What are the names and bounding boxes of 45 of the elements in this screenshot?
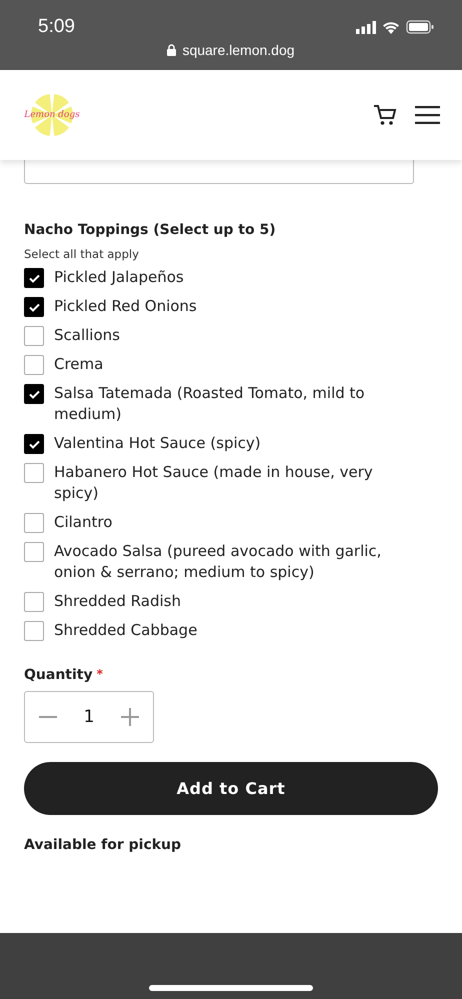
option-label[interactable]: Shredded Radish	[54, 591, 181, 612]
field-label: Quantity	[24, 667, 93, 683]
checkmark-icon	[28, 440, 40, 448]
plus-icon[interactable]	[121, 708, 140, 726]
required-mark: *	[96, 667, 103, 681]
section-title: Nacho Toppings (Select up to 5)	[24, 222, 277, 238]
option-label[interactable]: Valentina Hot Sauce (spicy)	[54, 433, 261, 454]
minus-icon[interactable]	[38, 716, 57, 718]
option-label[interactable]: Salsa Tatemada (Roasted Tomato, mild to medium)	[54, 383, 404, 425]
checkbox[interactable]	[24, 542, 44, 562]
checkbox[interactable]	[24, 592, 44, 612]
select-field[interactable]	[24, 160, 414, 184]
option-label[interactable]: Habanero Hot Sauce (made in house, very spicy)	[54, 462, 404, 504]
checkbox[interactable]	[24, 434, 44, 454]
checkbox[interactable]	[24, 621, 44, 641]
signal-icon	[356, 20, 376, 34]
lock-icon	[167, 44, 176, 56]
hint-text: Select all that apply	[24, 247, 140, 261]
url-text[interactable]: square.lemon.dog	[182, 42, 295, 58]
menu-icon[interactable]	[415, 106, 440, 124]
checkbox[interactable]	[24, 463, 44, 483]
option-label[interactable]: Crema	[54, 354, 104, 375]
checkbox[interactable]	[24, 326, 44, 346]
add-to-cart-button[interactable]: Add to Cart	[24, 762, 438, 815]
battery-icon	[406, 20, 434, 34]
quantity-stepper[interactable]: 1	[24, 691, 154, 743]
checkbox[interactable]	[24, 384, 44, 404]
option-label[interactable]: Scallions	[54, 325, 120, 346]
pickup-note: Available for pickup	[24, 837, 182, 853]
cart-icon[interactable]	[373, 104, 397, 126]
quantity-value: 1	[84, 707, 94, 727]
checkmark-icon	[28, 390, 40, 398]
checkbox[interactable]	[24, 268, 44, 288]
option-label[interactable]: Cilantro	[54, 512, 112, 533]
checkbox[interactable]	[24, 355, 44, 375]
option-label[interactable]: Pickled Jalapeños	[54, 267, 184, 288]
clock: 5:09	[38, 16, 75, 38]
option-label[interactable]: Pickled Red Onions	[54, 296, 197, 317]
checkmark-icon	[28, 302, 40, 312]
checkbox[interactable]	[24, 513, 44, 533]
wifi-icon	[382, 20, 400, 34]
checkbox[interactable]	[24, 297, 44, 317]
option-label[interactable]: Shredded Cabbage	[54, 620, 198, 641]
option-label[interactable]: Avocado Salsa (pureed avocado with garlic, onion & serrano; medium to spicy)	[54, 541, 404, 583]
checkmark-icon	[28, 274, 40, 282]
